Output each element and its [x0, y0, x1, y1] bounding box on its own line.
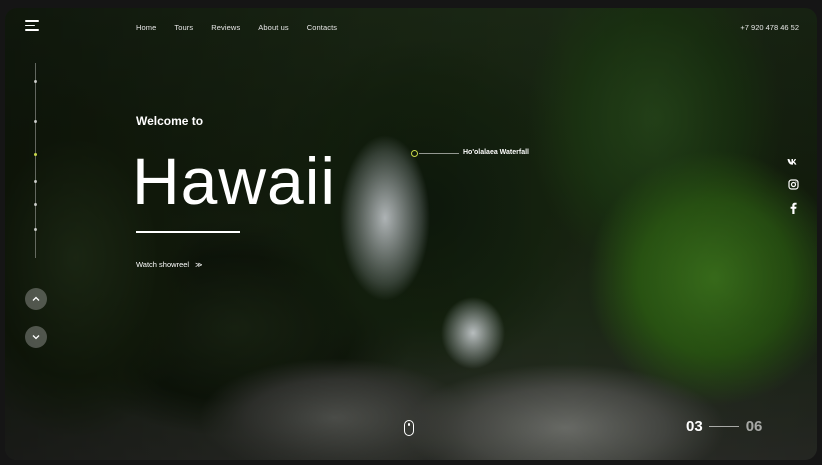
nav-item-contacts[interactable]: Contacts — [307, 23, 337, 32]
nav-item-home[interactable]: Home — [136, 23, 156, 32]
previous-slide-button[interactable] — [25, 288, 47, 310]
chevron-up-icon — [32, 296, 40, 301]
title-underline — [136, 231, 240, 233]
location-marker-label: Ho'olalaea Waterfall — [463, 149, 529, 156]
double-arrow-icon: ≫ — [195, 261, 203, 269]
nav-item-reviews[interactable]: Reviews — [211, 23, 240, 32]
location-marker-icon[interactable] — [411, 150, 418, 157]
rail-dot[interactable] — [34, 180, 37, 183]
counter-divider — [708, 426, 739, 427]
top-navigation: Home Tours Reviews About us Contacts — [136, 23, 355, 32]
rail-dot[interactable] — [34, 203, 37, 206]
current-slide-number: 03 — [686, 418, 703, 435]
total-slides-number: 06 — [745, 418, 763, 435]
slide-counter: 03 06 — [686, 418, 762, 435]
rail-dot[interactable] — [34, 228, 37, 231]
hero-frame: Home Tours Reviews About us Contacts +7 … — [5, 8, 817, 460]
background-shade — [5, 8, 817, 460]
nav-item-about-us[interactable]: About us — [258, 23, 288, 32]
rail-dot-active[interactable] — [34, 153, 37, 156]
hero-title: Hawaii — [132, 144, 337, 218]
facebook-icon[interactable] — [787, 202, 799, 214]
instagram-icon[interactable] — [787, 178, 799, 190]
nav-item-tours[interactable]: Tours — [174, 23, 193, 32]
chevron-down-icon — [32, 335, 40, 340]
watch-showreel-link[interactable]: Watch showreel ≫ — [136, 260, 202, 269]
rail-dot[interactable] — [34, 80, 37, 83]
welcome-text: Welcome to — [136, 114, 204, 128]
vk-icon[interactable] — [787, 156, 799, 168]
marker-connector-line — [419, 153, 459, 154]
rail-dot[interactable] — [34, 120, 37, 123]
scroll-mouse-icon[interactable] — [404, 420, 414, 436]
showreel-label: Watch showreel — [136, 260, 190, 269]
hamburger-menu-icon[interactable] — [25, 20, 39, 32]
phone-number[interactable]: +7 920 478 46 52 — [740, 23, 799, 32]
next-slide-button[interactable] — [25, 326, 47, 348]
